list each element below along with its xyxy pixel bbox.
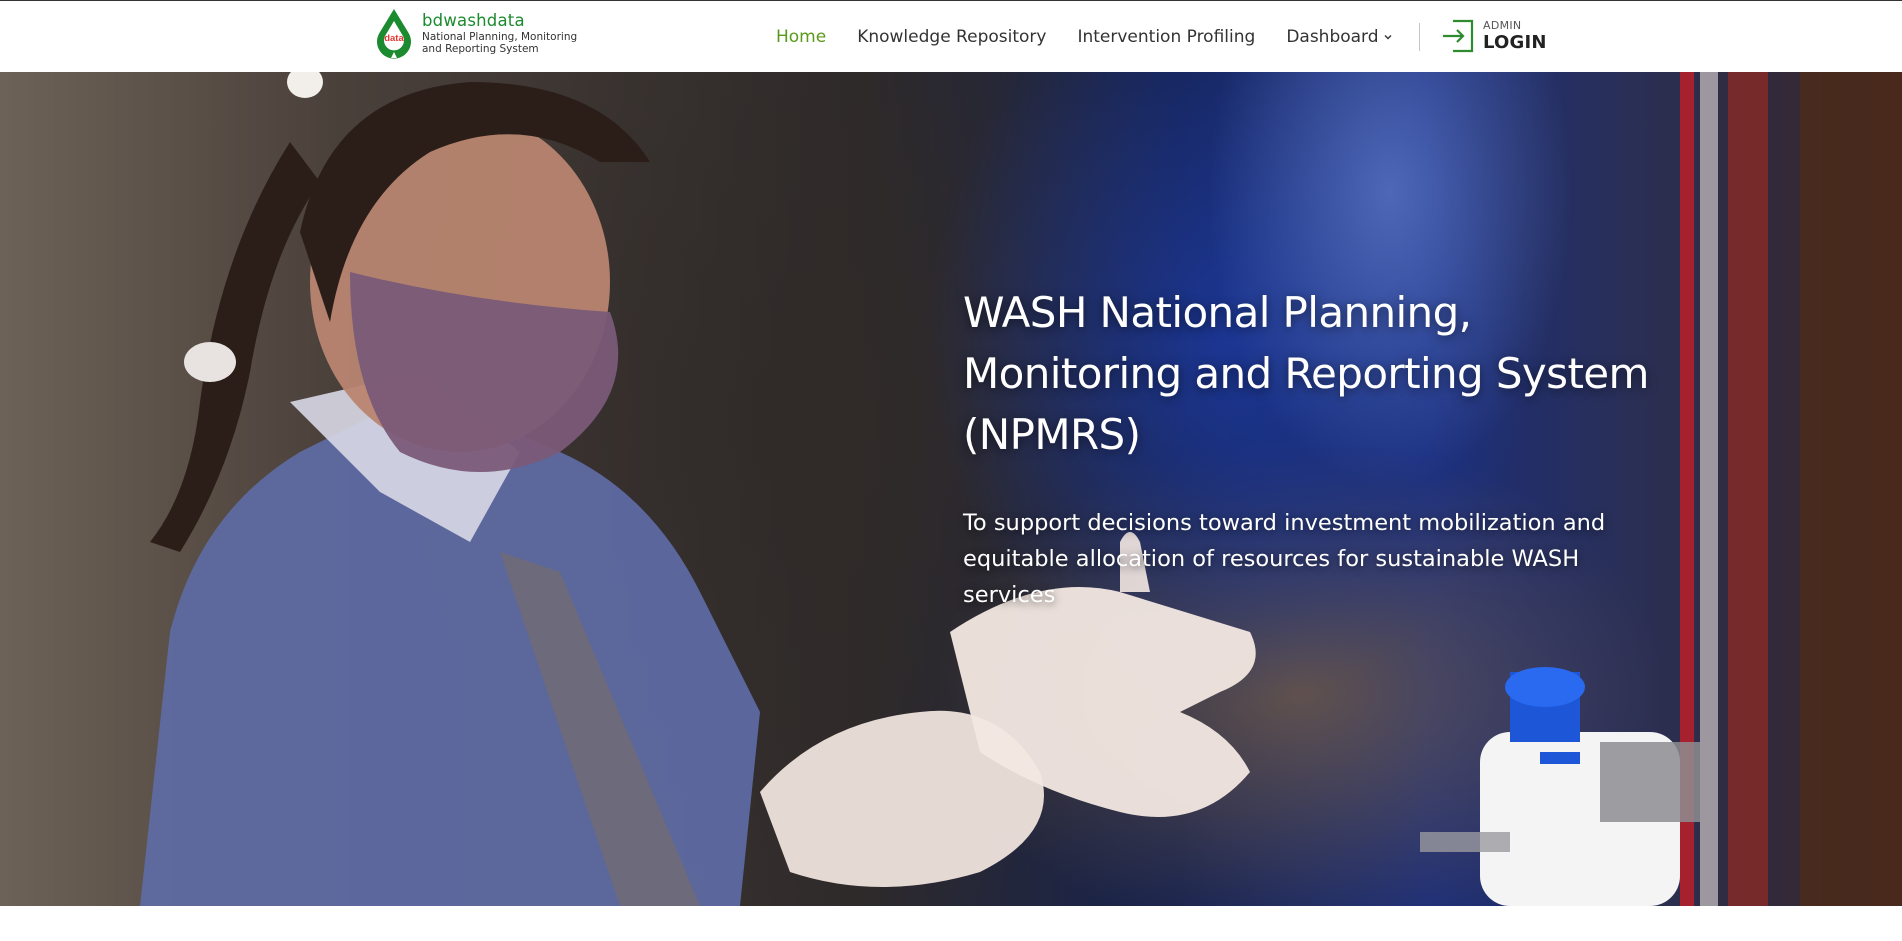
admin-login-button[interactable]: ADMIN LOGIN	[1441, 15, 1547, 57]
sign-in-icon	[1443, 19, 1474, 53]
main-nav: Home Knowledge Repository Intervention P…	[776, 1, 1424, 73]
water-drop-logo-icon: data	[377, 9, 411, 59]
login-text: ADMIN LOGIN	[1483, 20, 1547, 52]
brand-link[interactable]: data bdwashdata National Planning, Monit…	[373, 8, 592, 66]
nav-dashboard-label: Dashboard	[1286, 27, 1379, 47]
nav-home[interactable]: Home	[776, 27, 826, 47]
hero-banner: WASH National Planning, Monitoring and R…	[0, 72, 1902, 906]
nav-intervention-profiling[interactable]: Intervention Profiling	[1077, 27, 1255, 47]
site-header: data bdwashdata National Planning, Monit…	[0, 0, 1902, 72]
brand-logo-text: data	[384, 33, 404, 44]
hero-subtitle: To support decisions toward investment m…	[963, 510, 1606, 608]
nav-dashboard[interactable]: Dashboard	[1286, 27, 1392, 47]
hero-copy: WASH National Planning, Monitoring and R…	[963, 282, 1683, 613]
hero-title: WASH National Planning, Monitoring and R…	[963, 288, 1649, 459]
brand-name: bdwashdata	[422, 11, 525, 30]
brand-text: bdwashdata National Planning, Monitoring…	[422, 8, 592, 55]
nav-knowledge-repository[interactable]: Knowledge Repository	[857, 27, 1046, 47]
brand-subtitle: National Planning, Monitoring and Report…	[422, 31, 578, 55]
login-admin-label: ADMIN	[1483, 19, 1522, 32]
login-label: LOGIN	[1483, 32, 1547, 53]
nav-divider	[1419, 23, 1420, 51]
chevron-down-icon	[1384, 35, 1392, 40]
